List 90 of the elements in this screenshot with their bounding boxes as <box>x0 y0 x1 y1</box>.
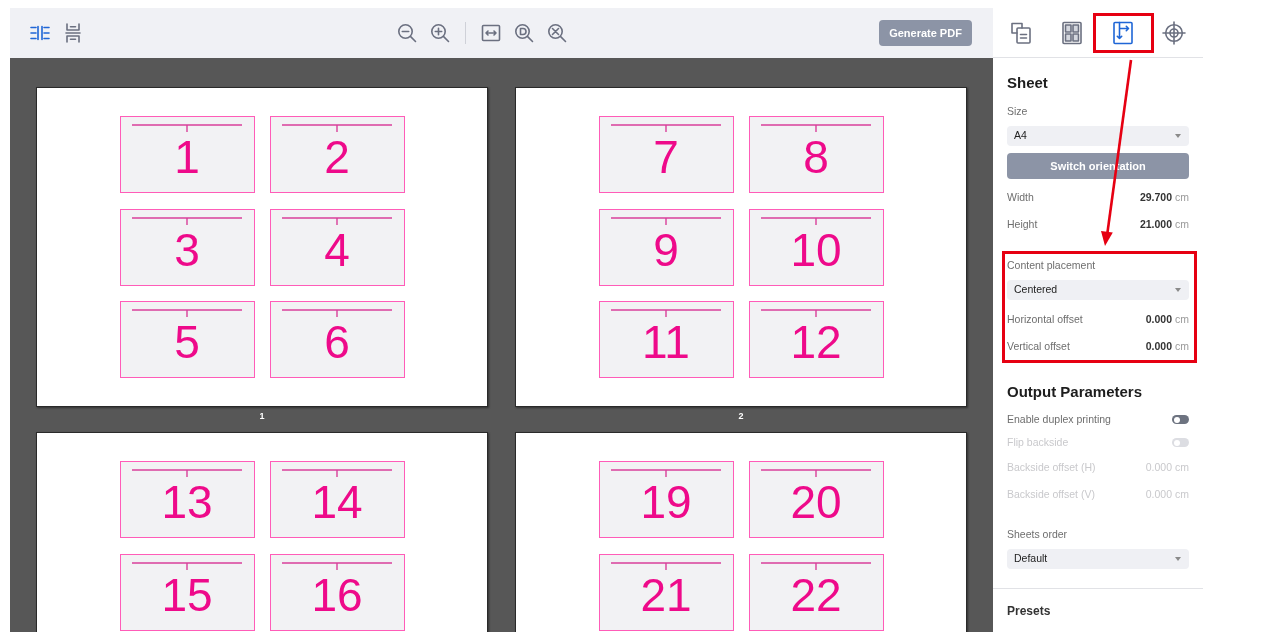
toggle-label: Enable duplex printing <box>1007 411 1111 427</box>
view-mode-button[interactable] <box>65 23 81 43</box>
field-label: Content placement <box>1007 258 1097 273</box>
fit-button[interactable] <box>481 24 501 42</box>
panel-tab[interactable] <box>1162 20 1186 45</box>
field-label: Size <box>1007 104 1029 119</box>
actual-size-icon <box>514 23 534 43</box>
cell-number: 9 <box>653 226 679 273</box>
fold-mark-icon <box>282 124 392 134</box>
field-label: Vertical offset <box>1007 338 1070 354</box>
cell-number: 14 <box>311 479 363 525</box>
cell-number: 10 <box>790 226 842 273</box>
cell-number: 1 <box>174 134 200 180</box>
cell-number: 15 <box>161 571 213 618</box>
cell-number: 7 <box>653 134 679 180</box>
unit-label: cm <box>1175 189 1189 205</box>
cell-number: 13 <box>161 479 213 525</box>
fold-mark-icon <box>282 469 392 479</box>
caret-icon <box>1175 557 1181 561</box>
cell-number: 20 <box>790 479 842 525</box>
value-field[interactable]: 0.000 <box>1145 311 1172 328</box>
fold-mark-icon <box>132 124 242 134</box>
field-label: Width <box>1007 189 1034 205</box>
unit-label: cm <box>1175 311 1189 327</box>
cell-number: 22 <box>790 571 842 618</box>
value-field[interactable]: 0.000 <box>1145 338 1172 355</box>
cell-number: 11 <box>642 319 690 365</box>
caret-icon <box>1175 134 1181 138</box>
fold-mark-icon <box>132 561 242 572</box>
panel-tab[interactable] <box>1060 20 1084 45</box>
section-title: Sheet <box>1007 73 1049 93</box>
zoom-in-icon <box>430 23 450 43</box>
value-field[interactable]: 21.000 <box>1139 216 1172 233</box>
cell-number: 19 <box>640 479 692 525</box>
sheet-number: 2 <box>738 410 744 423</box>
cell-number: 16 <box>311 571 363 618</box>
grid-icon <box>1060 20 1084 45</box>
fold-mark-icon <box>611 469 721 479</box>
panel-tab[interactable] <box>1009 20 1033 45</box>
unit-label: cm <box>1175 338 1189 354</box>
cell-number: 3 <box>174 226 200 273</box>
fit-page-icon <box>547 23 567 43</box>
fold-mark-icon <box>761 469 871 479</box>
rows-view-icon <box>65 23 81 43</box>
dropdown[interactable]: A4 <box>1007 126 1189 146</box>
panel-tab[interactable] <box>1111 20 1135 45</box>
fold-mark-icon <box>611 124 721 134</box>
fold-mark-icon <box>611 309 721 319</box>
zoom-button[interactable] <box>397 23 417 43</box>
cell-number: 5 <box>174 319 200 365</box>
cell-number: 2 <box>324 134 350 180</box>
zoom-button[interactable] <box>430 23 450 43</box>
fold-mark-icon <box>761 561 871 572</box>
dropdown[interactable]: Default <box>1007 549 1189 569</box>
caret-icon <box>1175 288 1181 292</box>
fold-mark-icon <box>132 309 242 319</box>
fold-mark-icon <box>282 216 392 227</box>
fold-mark-icon <box>132 469 242 479</box>
cell-number: 8 <box>803 134 829 180</box>
columns-view-icon <box>30 25 50 41</box>
dropdown[interactable]: Centered <box>1007 280 1189 300</box>
value-field[interactable]: 29.700 <box>1139 189 1172 206</box>
fold-mark-icon <box>282 309 392 319</box>
toggle-switch[interactable] <box>1172 415 1189 424</box>
cell-number: 21 <box>640 571 692 618</box>
field-label: Sheets order <box>1007 527 1069 542</box>
fold-mark-icon <box>611 561 721 572</box>
cell-number: 4 <box>324 226 350 273</box>
unit-label: cm <box>1175 216 1189 232</box>
cell-number: 6 <box>324 319 350 365</box>
crosshair-icon <box>1162 20 1186 45</box>
fit-button[interactable] <box>514 23 534 43</box>
fit-width-icon <box>481 24 501 42</box>
fold-mark-icon <box>761 216 871 227</box>
sheet-number: 1 <box>259 410 265 423</box>
section-title: Output Parameters <box>1007 382 1144 402</box>
fold-mark-icon <box>761 124 871 134</box>
field-label: Height <box>1007 216 1038 232</box>
fold-mark-icon <box>611 216 721 227</box>
presets-title[interactable]: Presets <box>1007 601 1189 621</box>
layout-icon <box>1111 20 1135 45</box>
view-mode-button[interactable] <box>30 25 50 41</box>
copies-icon <box>1009 20 1033 45</box>
fold-mark-icon <box>282 561 392 572</box>
cell-number: 12 <box>790 319 842 365</box>
fold-mark-icon <box>761 309 871 319</box>
fold-mark-icon <box>132 216 242 227</box>
zoom-out-icon <box>397 23 417 43</box>
field-label: Horizontal offset <box>1007 311 1083 327</box>
fit-button[interactable] <box>547 23 567 43</box>
